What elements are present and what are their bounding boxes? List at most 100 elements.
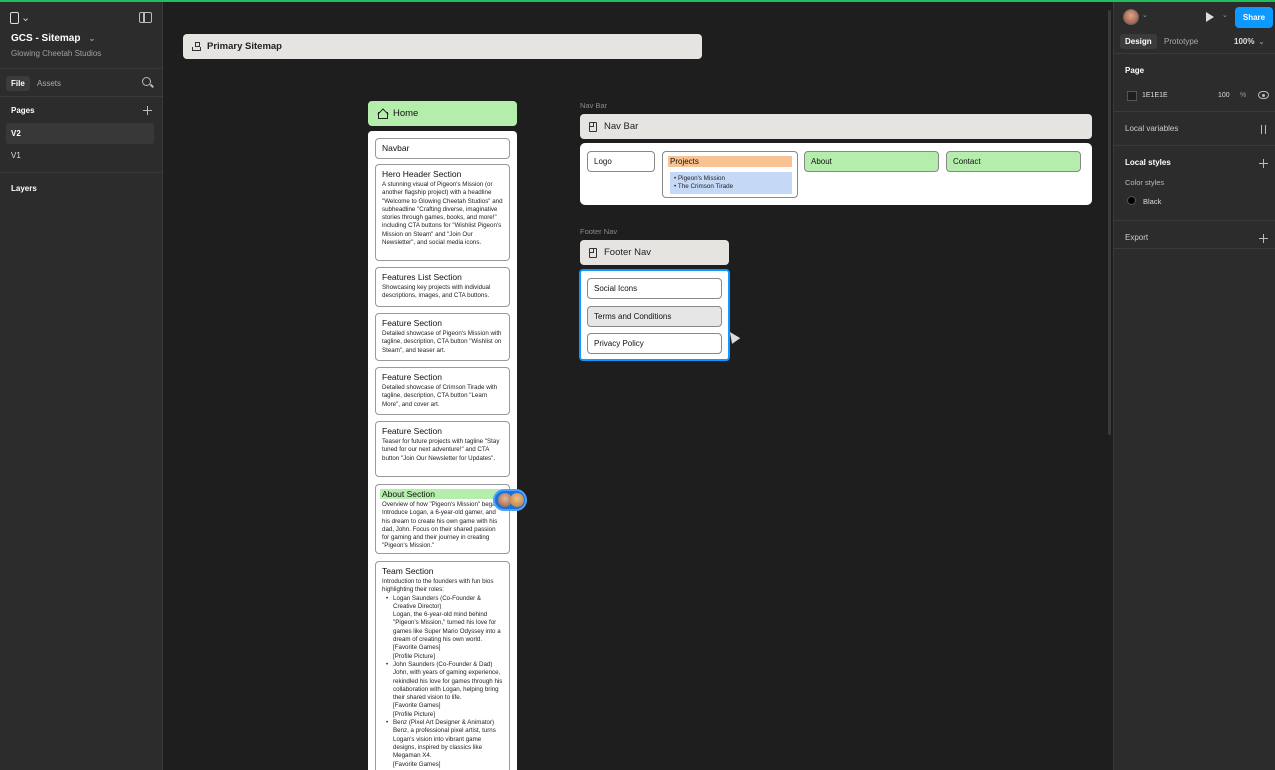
team-member: John Saunders (Co-Founder & Dad) John, w…	[386, 661, 503, 719]
avatar[interactable]	[1123, 9, 1139, 25]
section-card-team[interactable]: Team Section Introduction to the founder…	[375, 561, 510, 770]
nav-about[interactable]: About	[804, 151, 939, 172]
zoom-value: 100%	[1234, 37, 1255, 46]
left-tabs: File Assets	[0, 69, 162, 97]
section-card-hero[interactable]: Hero Header Section A stunning visual of…	[375, 164, 510, 261]
member-bio: Benz, a professional pixel artist, turns…	[393, 727, 496, 760]
section-description: Detailed showcase of Crimson Tirade with…	[382, 384, 498, 408]
section-card-feature[interactable]: Feature Section Detailed showcase of Cri…	[375, 367, 510, 415]
add-style-icon[interactable]	[1259, 159, 1268, 168]
nav-logo[interactable]: Logo	[587, 151, 655, 172]
color-style-item[interactable]: Black	[1114, 187, 1275, 213]
page-section: Page 1E1E1E 100 %	[1114, 54, 1275, 112]
section-title: Team Section	[382, 566, 434, 576]
add-export-icon[interactable]	[1259, 234, 1268, 243]
member-role: Logan Saunders (Co-Founder & Creative Di…	[393, 594, 482, 610]
page-fill-hex[interactable]: 1E1E1E	[1142, 92, 1168, 99]
section-card-feature[interactable]: Feature Section Detailed showcase of Pig…	[375, 313, 510, 361]
play-icon[interactable]	[1206, 12, 1214, 22]
color-dot	[1127, 196, 1136, 205]
team-member: Benz (Pixel Art Designer & Animator) Ben…	[386, 719, 503, 769]
member-favorites: [Favorite Games]	[393, 702, 441, 710]
section-card-features-list[interactable]: Features List Section Showcasing key pro…	[375, 267, 510, 307]
frame-icon	[589, 247, 597, 258]
page-item-v2[interactable]: V2	[6, 123, 154, 144]
member-role: Benz (Pixel Art Designer & Animator)	[393, 719, 495, 727]
sidebar-toggle-icon[interactable]	[139, 12, 152, 23]
chevron-down-icon: ⌄	[21, 12, 31, 24]
left-panel: ⌄ GCS - Sitemap ⌄ Glowing Cheetah Studios…	[0, 2, 163, 770]
local-styles-section: Local styles Color styles Black	[1114, 146, 1275, 221]
page-item-v1[interactable]: V1	[6, 145, 154, 166]
footer-social-icons[interactable]: Social Icons	[587, 278, 722, 299]
local-variables-section: Local variables	[1114, 112, 1275, 146]
footer-nav-header[interactable]: Footer Nav	[580, 240, 729, 265]
tab-design[interactable]: Design	[1120, 34, 1157, 49]
section-card-about[interactable]: About Section Overview of how "Pigeon's …	[375, 484, 510, 554]
canvas-scrollbar[interactable]	[1108, 10, 1111, 435]
nav-projects-dropdown: • Pigeon's Mission • The Crimson Tirade	[670, 172, 792, 194]
add-page-icon[interactable]	[143, 106, 152, 115]
search-icon[interactable]	[142, 77, 151, 86]
home-page-header[interactable]: Home	[368, 101, 517, 126]
nav-projects[interactable]: Projects • Pigeon's Mission • The Crimso…	[662, 151, 798, 198]
house-icon	[377, 109, 388, 119]
section-card-navbar[interactable]: Navbar	[375, 138, 510, 159]
tab-assets[interactable]: Assets	[32, 76, 66, 91]
pages-label: Pages	[11, 106, 35, 115]
footer-privacy[interactable]: Privacy Policy	[587, 333, 722, 354]
primary-sitemap-header[interactable]: Primary Sitemap	[183, 34, 702, 59]
team-member: Logan Saunders (Co-Founder & Creative Di…	[386, 595, 503, 661]
page-fill-opacity[interactable]: 100	[1218, 92, 1230, 99]
page-fill-row: 1E1E1E 100 %	[1114, 75, 1275, 111]
section-description: Introduction to the founders with fun bi…	[382, 578, 494, 594]
sitemap-title: Primary Sitemap	[207, 41, 282, 52]
eye-icon[interactable]	[1258, 91, 1269, 99]
export-section: Export	[1114, 221, 1275, 249]
color-swatch[interactable]	[1127, 91, 1137, 101]
share-button[interactable]: Share	[1235, 7, 1273, 28]
file-title[interactable]: GCS - Sitemap ⌄	[11, 33, 95, 44]
section-card-feature[interactable]: Feature Section Teaser for future projec…	[375, 421, 510, 477]
nav-projects-label: Projects	[668, 156, 792, 167]
footer-nav-title: Footer Nav	[604, 247, 651, 258]
chevron-down-icon[interactable]: ⌄	[1142, 11, 1148, 19]
export-label: Export	[1125, 233, 1149, 242]
main-menu-button[interactable]: ⌄	[10, 11, 30, 24]
member-picture: [Profile Picture]	[393, 710, 435, 718]
section-title: Navbar	[382, 143, 410, 153]
variables-icon[interactable]	[1259, 125, 1268, 134]
project-item: • Pigeon's Mission	[674, 175, 726, 182]
tab-file[interactable]: File	[6, 76, 30, 91]
nav-bar-frame-label[interactable]: Nav Bar	[580, 101, 607, 110]
page-section-label: Page	[1125, 66, 1145, 75]
member-role: John Saunders (Co-Founder & Dad)	[393, 660, 493, 668]
file-title-text: GCS - Sitemap	[11, 33, 81, 44]
zoom-dropdown[interactable]: 100% ⌄	[1234, 37, 1264, 46]
footer-terms[interactable]: Terms and Conditions	[587, 306, 722, 327]
nav-bar-header[interactable]: Nav Bar	[580, 114, 1092, 139]
member-favorites: [Favorite Games]	[393, 644, 441, 652]
collaborator-avatars[interactable]	[493, 489, 527, 511]
section-title: About Section	[380, 489, 505, 499]
footer-nav-frame-label[interactable]: Footer Nav	[580, 227, 617, 236]
chevron-down-icon[interactable]: ⌄	[1222, 11, 1228, 19]
section-description: Overview of how "Pigeon's Mission" began…	[382, 501, 501, 550]
project-item: • The Crimson Tirade	[674, 182, 734, 190]
chevron-down-icon: ⌄	[1258, 39, 1265, 46]
member-bio: Logan, the 6-year-old mind behind "Pigeo…	[393, 611, 501, 644]
section-description: Teaser for future projects with tagline …	[382, 438, 500, 462]
color-style-name: Black	[1143, 197, 1162, 206]
section-title: Feature Section	[382, 426, 443, 436]
footer-nav-frame[interactable]: Social Icons Terms and Conditions Privac…	[579, 269, 730, 361]
local-styles-label: Local styles	[1125, 158, 1171, 167]
tab-prototype[interactable]: Prototype	[1159, 34, 1203, 49]
local-variables-label[interactable]: Local variables	[1114, 112, 1275, 133]
nav-contact[interactable]: Contact	[946, 151, 1081, 172]
layers-label: Layers	[0, 172, 162, 204]
member-bio: John, with years of gaming experience, r…	[393, 669, 503, 702]
section-title: Features List Section	[382, 272, 462, 282]
section-description: Showcasing key projects with individual …	[382, 284, 491, 300]
chevron-down-icon: ⌄	[88, 34, 96, 43]
home-sections-column[interactable]: Navbar Hero Header Section A stunning vi…	[368, 131, 517, 770]
